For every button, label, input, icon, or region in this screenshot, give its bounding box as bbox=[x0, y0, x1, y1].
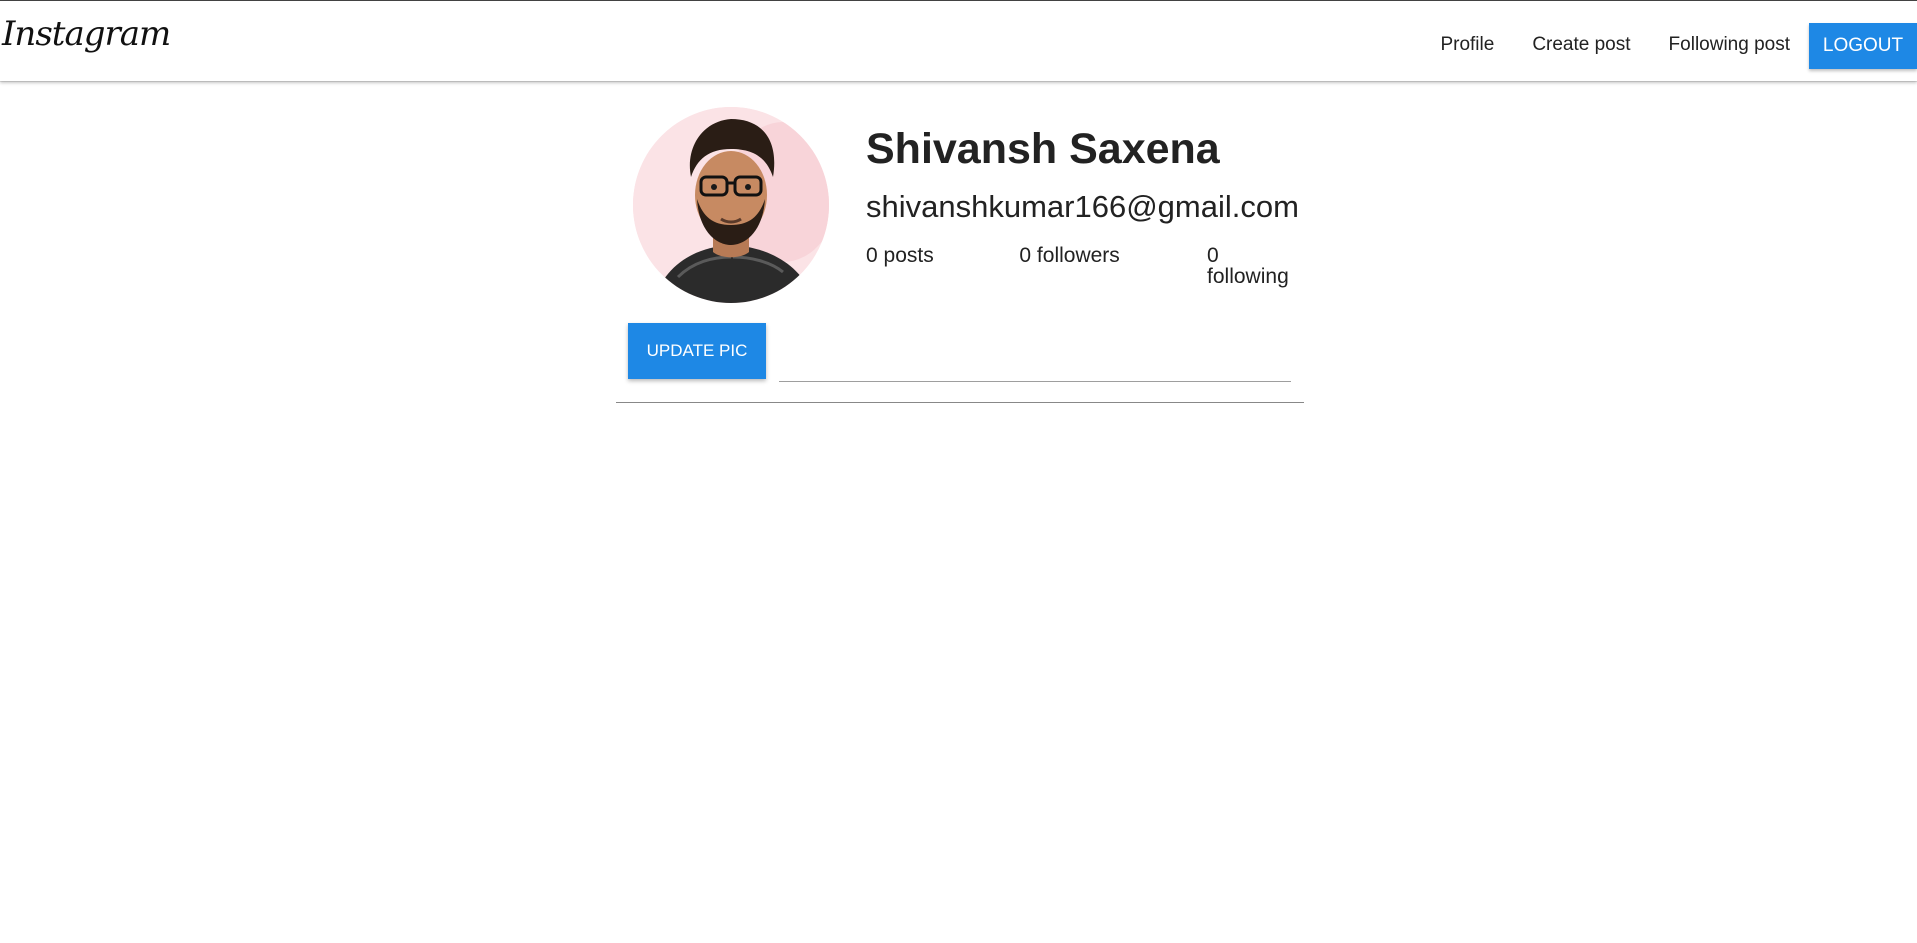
user-email: shivanshkumar166@gmail.com bbox=[866, 189, 1299, 224]
user-name: Shivansh Saxena bbox=[866, 125, 1220, 173]
nav-link-profile[interactable]: Profile bbox=[1421, 24, 1513, 66]
following-count: 0 following bbox=[1207, 244, 1289, 288]
user-photo-icon bbox=[633, 107, 829, 303]
profile-stats: 0 posts 0 followers 0 following bbox=[866, 245, 1304, 287]
page: Instagram Profile Create post Following … bbox=[0, 0, 1917, 943]
nav-link-create-post[interactable]: Create post bbox=[1513, 24, 1649, 66]
followers-count: 0 followers bbox=[1019, 244, 1120, 267]
logout-button[interactable]: LOGOUT bbox=[1809, 23, 1917, 69]
nav-link-following-post[interactable]: Following post bbox=[1650, 24, 1809, 66]
profile-header: Shivansh Saxena shivanshkumar166@gmail.c… bbox=[616, 81, 1304, 382]
update-pic-button[interactable]: UPDATE PIC bbox=[628, 323, 766, 379]
posts-count: 0 posts bbox=[866, 244, 934, 267]
nav-links: Profile Create post Following post LOGOU… bbox=[1421, 21, 1917, 69]
top-navbar: Instagram Profile Create post Following … bbox=[0, 1, 1917, 81]
brand-logo[interactable]: Instagram bbox=[2, 17, 171, 51]
profile-divider bbox=[616, 402, 1304, 403]
file-path-input[interactable] bbox=[779, 343, 1291, 382]
user-info: Shivansh Saxena shivanshkumar166@gmail.c… bbox=[866, 125, 1304, 288]
avatar bbox=[633, 107, 829, 303]
